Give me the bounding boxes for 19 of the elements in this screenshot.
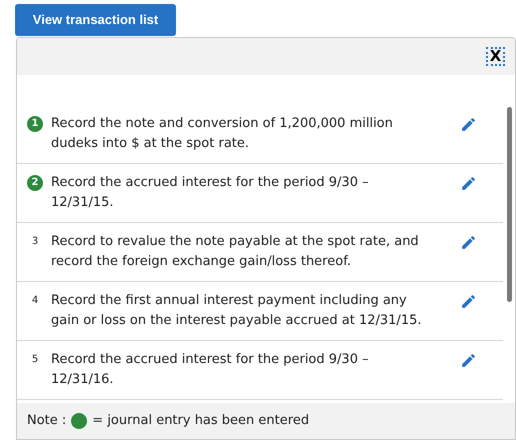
edit-icon[interactable] bbox=[460, 116, 477, 133]
edit-icon[interactable] bbox=[460, 175, 477, 192]
step-number: 2 bbox=[27, 175, 43, 191]
edit-icon[interactable] bbox=[460, 234, 477, 251]
edit-icon[interactable] bbox=[460, 352, 477, 369]
transaction-text[interactable]: Record the first annual interest payment including any gain or loss on the interest payable accrued at 12/31/15. bbox=[51, 291, 452, 331]
transaction-text[interactable]: Record to revalue the note payable at the spot rate, and record the foreign exchange gain/loss thereof. bbox=[51, 232, 452, 272]
step-number: 3 bbox=[32, 235, 38, 249]
step-number: 4 bbox=[32, 294, 38, 308]
note-text: = journal entry has been entered bbox=[92, 412, 310, 430]
view-transaction-list-button[interactable]: View transaction list bbox=[15, 4, 176, 36]
close-button[interactable]: X bbox=[486, 47, 505, 66]
edit-icon[interactable] bbox=[460, 293, 477, 310]
transaction-text[interactable]: Record the note and conversion of 1,200,000 million dudeks into $ at the spot rate. bbox=[51, 114, 452, 154]
transaction-text[interactable]: Record the accrued interest for the period 9/30 – 12/31/15. bbox=[51, 173, 452, 213]
note-label: Note : bbox=[27, 412, 66, 430]
step-number: 1 bbox=[27, 116, 43, 132]
transaction-text[interactable]: Record the accrued interest for the period 9/30 – 12/31/16. bbox=[51, 350, 452, 390]
step-number: 5 bbox=[32, 353, 38, 367]
